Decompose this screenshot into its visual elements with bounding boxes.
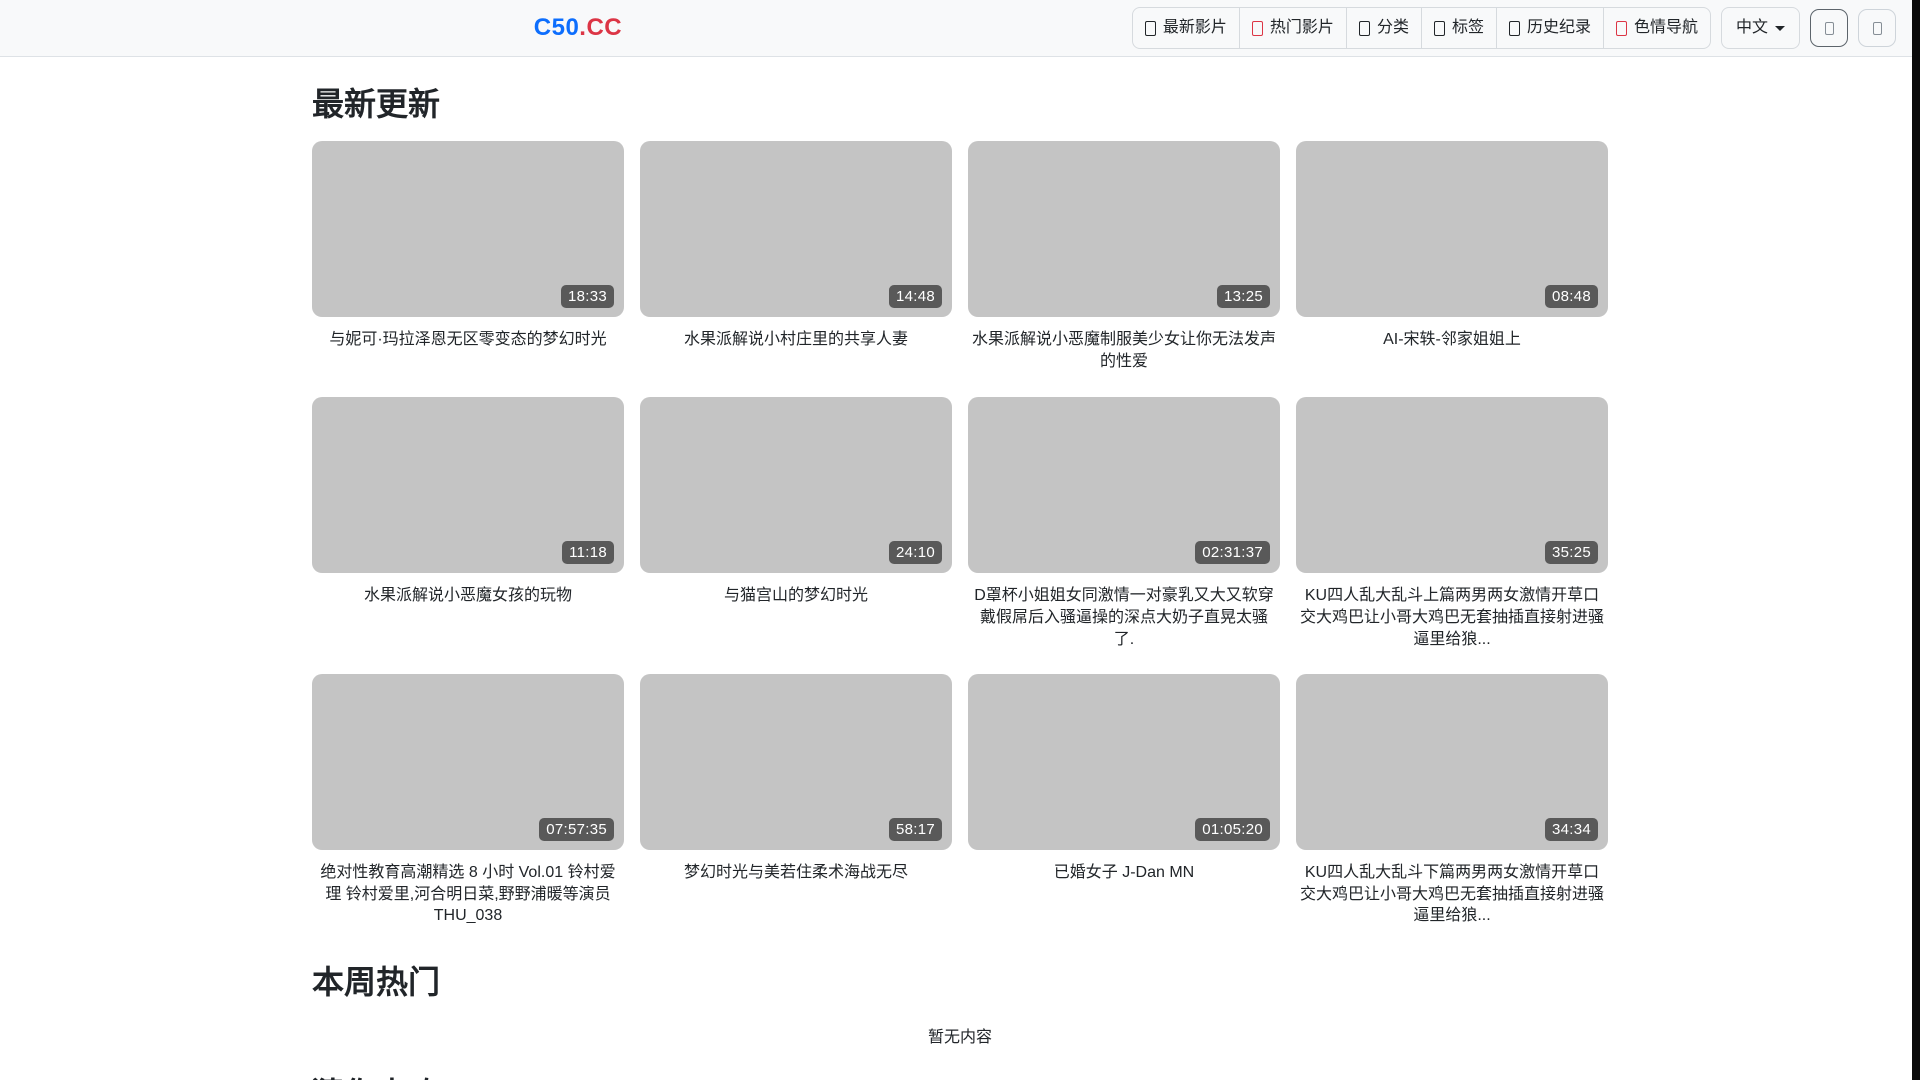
tofu-box-icon xyxy=(1251,20,1263,36)
duration-badge: 18:33 xyxy=(560,285,614,309)
main-content: 最新更新 18:33 与妮可·玛拉泽恩无区零变态的梦幻时光 14:48 水果派解… xyxy=(312,57,1608,1080)
language-dropdown[interactable]: 中文 xyxy=(1721,7,1801,49)
video-card[interactable]: 58:17 梦幻时光与美若住柔术海战无尽 xyxy=(640,674,952,927)
duration-badge: 13:25 xyxy=(1216,285,1270,309)
site-logo-secondary: .CC xyxy=(579,14,623,41)
duration-badge: 08:48 xyxy=(1544,285,1598,309)
video-thumbnail[interactable]: 35:25 xyxy=(1296,397,1608,574)
video-title[interactable]: 与妮可·玛拉泽恩无区零变态的梦幻时光 xyxy=(312,329,624,373)
navbar-menu-label: 最新影片 xyxy=(1162,19,1227,36)
video-thumbnail[interactable]: 02:31:37 xyxy=(968,397,1280,574)
video-card[interactable]: 35:25 KU四人乱大乱斗上篇两男两女激情开草口交大鸡巴让小哥大鸡巴无套抽插直… xyxy=(1296,397,1608,650)
navbar-menu-button[interactable]: 分类 xyxy=(1345,7,1422,49)
video-thumbnail[interactable]: 24:10 xyxy=(640,397,952,574)
duration-badge: 14:48 xyxy=(888,285,942,309)
video-thumbnail[interactable]: 13:25 xyxy=(968,141,1280,318)
tofu-box-icon xyxy=(1358,20,1370,36)
video-title[interactable]: 梦幻时光与美若住柔术海战无尽 xyxy=(640,862,952,906)
duration-badge: 11:18 xyxy=(562,541,614,565)
duration-badge: 58:17 xyxy=(888,818,942,842)
video-title[interactable]: 水果派解说小恶魔女孩的玩物 xyxy=(312,585,624,629)
video-card[interactable]: 02:31:37 D罩杯小姐姐女同激情一对豪乳又大又软穿戴假屌后入骚逼操的深点大… xyxy=(968,397,1280,650)
navbar-menu-button[interactable]: 热门影片 xyxy=(1238,7,1347,49)
video-title[interactable]: AI-宋轶-邻家姐姐上 xyxy=(1296,329,1608,373)
navbar-icon-button-1[interactable] xyxy=(1810,9,1849,47)
chevron-down-icon xyxy=(1775,25,1786,31)
navbar-menu-button[interactable]: 标签 xyxy=(1420,7,1497,49)
section-heading-weekly: 本周热门 xyxy=(312,963,441,1000)
section-heading-guess: 猜你喜欢 xyxy=(312,1075,1608,1080)
video-thumbnail[interactable]: 18:33 xyxy=(312,141,624,318)
video-thumbnail[interactable]: 01:05:20 xyxy=(968,674,1280,851)
language-dropdown-label: 中文 xyxy=(1736,19,1769,36)
tofu-box-icon xyxy=(1615,20,1627,36)
tofu-box-icon xyxy=(1433,20,1445,36)
tofu-box-icon xyxy=(1508,20,1520,36)
video-card[interactable]: 11:18 水果派解说小恶魔女孩的玩物 xyxy=(312,397,624,650)
navbar: C50.CC 最新影片 热门影片 分类 标签 历史纪录 色情导航 中文 xyxy=(0,0,1920,57)
navbar-menu-label: 标签 xyxy=(1451,19,1484,36)
tofu-box-icon xyxy=(1872,21,1882,35)
video-thumbnail[interactable]: 34:34 xyxy=(1296,674,1608,851)
video-title[interactable]: 已婚女子 J-Dan MN xyxy=(968,862,1280,906)
video-title[interactable]: 水果派解说小恶魔制服美少女让你无法发声的性爱 xyxy=(968,329,1280,373)
video-card[interactable]: 34:34 KU四人乱大乱斗下篇两男两女激情开草口交大鸡巴让小哥大鸡巴无套抽插直… xyxy=(1296,674,1608,927)
video-card[interactable]: 18:33 与妮可·玛拉泽恩无区零变态的梦幻时光 xyxy=(312,141,624,373)
video-card[interactable]: 13:25 水果派解说小恶魔制服美少女让你无法发声的性爱 xyxy=(968,141,1280,373)
navbar-controls: 最新影片 热门影片 分类 标签 历史纪录 色情导航 中文 xyxy=(1131,7,1897,49)
duration-badge: 24:10 xyxy=(888,541,942,565)
video-card[interactable]: 08:48 AI-宋轶-邻家姐姐上 xyxy=(1296,141,1608,373)
video-thumbnail[interactable]: 14:48 xyxy=(640,141,952,318)
latest-videos-grid: 18:33 与妮可·玛拉泽恩无区零变态的梦幻时光 14:48 水果派解说小村庄里… xyxy=(312,141,1608,927)
video-thumbnail[interactable]: 08:48 xyxy=(1296,141,1608,318)
navbar-menu-label: 热门影片 xyxy=(1269,19,1334,36)
weekly-empty-text: 暂无内容 xyxy=(927,1029,992,1047)
navbar-icon-button-2[interactable] xyxy=(1858,9,1897,47)
navbar-menu-label: 历史纪录 xyxy=(1526,19,1591,36)
video-card[interactable]: 07:57:35 绝对性教育高潮精选 8 小时 Vol.01 铃村爱理 铃村爱里… xyxy=(312,674,624,927)
navbar-menu-label: 分类 xyxy=(1376,19,1409,36)
navbar-menu: 最新影片 热门影片 分类 标签 历史纪录 色情导航 xyxy=(1131,7,1711,49)
navbar-menu-label: 色情导航 xyxy=(1633,19,1698,36)
video-title[interactable]: D罩杯小姐姐女同激情一对豪乳又大又软穿戴假屌后入骚逼操的深点大奶子直晃太骚了. xyxy=(968,585,1280,650)
navbar-menu-button[interactable]: 历史纪录 xyxy=(1495,7,1604,49)
video-thumbnail[interactable]: 58:17 xyxy=(640,674,952,851)
video-card[interactable]: 24:10 与猫宫山的梦幻时光 xyxy=(640,397,952,650)
navbar-menu-button[interactable]: 最新影片 xyxy=(1131,7,1240,49)
video-card[interactable]: 01:05:20 已婚女子 J-Dan MN xyxy=(968,674,1280,927)
duration-badge: 07:57:35 xyxy=(539,818,614,842)
video-thumbnail[interactable]: 11:18 xyxy=(312,397,624,574)
video-title[interactable]: 绝对性教育高潮精选 8 小时 Vol.01 铃村爱理 铃村爱里,河合明日菜,野野… xyxy=(312,862,624,927)
page-scrollbar[interactable] xyxy=(1912,0,1920,1080)
duration-badge: 34:34 xyxy=(1544,818,1598,842)
navbar-menu-button[interactable]: 色情导航 xyxy=(1602,7,1711,49)
section-heading-latest: 最新更新 xyxy=(312,86,441,122)
site-logo-primary: C50 xyxy=(533,14,580,41)
duration-badge: 02:31:37 xyxy=(1195,541,1270,565)
video-title[interactable]: KU四人乱大乱斗上篇两男两女激情开草口交大鸡巴让小哥大鸡巴无套抽插直接射进骚逼里… xyxy=(1296,585,1608,650)
tofu-box-icon xyxy=(1144,20,1156,36)
duration-badge: 01:05:20 xyxy=(1195,818,1270,842)
duration-badge: 35:25 xyxy=(1544,541,1598,565)
video-title[interactable]: 与猫宫山的梦幻时光 xyxy=(640,585,952,629)
video-title[interactable]: KU四人乱大乱斗下篇两男两女激情开草口交大鸡巴让小哥大鸡巴无套抽插直接射进骚逼里… xyxy=(1296,862,1608,927)
video-thumbnail[interactable]: 07:57:35 xyxy=(312,674,624,851)
video-title[interactable]: 水果派解说小村庄里的共享人妻 xyxy=(640,329,952,373)
site-logo[interactable]: C50.CC xyxy=(534,14,622,42)
video-card[interactable]: 14:48 水果派解说小村庄里的共享人妻 xyxy=(640,141,952,373)
tofu-box-icon xyxy=(1824,21,1834,35)
